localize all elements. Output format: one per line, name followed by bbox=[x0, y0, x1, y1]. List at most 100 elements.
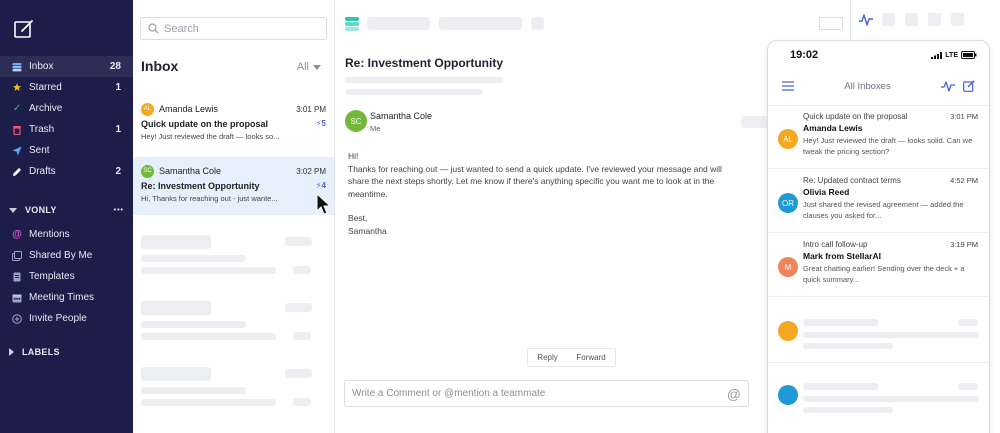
battery-icon bbox=[961, 51, 977, 59]
skeleton-line bbox=[958, 383, 978, 390]
sidebar-item-invite-people[interactable]: Invite People bbox=[0, 308, 133, 329]
compose-icon[interactable] bbox=[14, 19, 34, 39]
sidebar: Inbox 28 ★ Starred 1 ✓ Archive Trash 1 S… bbox=[0, 0, 133, 433]
avatar: SC bbox=[141, 164, 154, 178]
message-subject: Re: Updated contract terms bbox=[803, 176, 901, 185]
team-section-header[interactable]: VONLY ••• bbox=[9, 205, 124, 215]
avatar: M bbox=[778, 257, 798, 277]
skeleton-line bbox=[141, 399, 276, 406]
sidebar-item-label: Meeting Times bbox=[29, 292, 95, 303]
sidebar-item-inbox[interactable]: Inbox 28 bbox=[0, 56, 133, 77]
sidebar-item-trash[interactable]: Trash 1 bbox=[0, 119, 133, 140]
message-from: Amanda Lewis bbox=[803, 123, 863, 133]
at-icon: @ bbox=[12, 229, 22, 240]
sidebar-item-archive[interactable]: ✓ Archive bbox=[0, 98, 133, 119]
skeleton-line bbox=[285, 303, 312, 312]
compose-icon[interactable] bbox=[963, 80, 975, 92]
filter-dropdown[interactable]: All bbox=[297, 61, 321, 73]
signal-icon bbox=[931, 51, 943, 59]
filter-label: All bbox=[296, 61, 309, 73]
reply-forward-bar: Reply Forward bbox=[527, 348, 616, 367]
skeleton-line bbox=[141, 367, 211, 381]
list-item[interactable]: M Intro call follow-up 3:19 PM Mark from… bbox=[768, 235, 989, 297]
message-list-pane: Search Inbox All AL Amanda Lewis 3:01 PM… bbox=[133, 0, 335, 433]
phone-status-bar: 19:02 LTE bbox=[768, 41, 989, 69]
message-preview: Hey! Just reviewed the draft — looks sol… bbox=[803, 136, 973, 156]
skeleton-line bbox=[803, 343, 893, 349]
message-subject: Re: Investment Opportunity bbox=[141, 181, 260, 191]
skeleton-line bbox=[285, 237, 312, 246]
list-title: Inbox bbox=[141, 58, 179, 74]
sidebar-item-label: Archive bbox=[29, 103, 63, 114]
labels-section-header[interactable]: LABELS bbox=[9, 347, 124, 357]
mouse-cursor-icon bbox=[316, 193, 332, 215]
activity-icon[interactable] bbox=[941, 80, 955, 92]
list-item[interactable]: OR Re: Updated contract terms 4:52 PM Ol… bbox=[768, 171, 989, 233]
skeleton-line bbox=[141, 301, 211, 315]
message-from: Amanda Lewis bbox=[159, 104, 219, 114]
comment-input[interactable]: Write a Comment or @mention a teammate @ bbox=[344, 380, 749, 407]
skeleton-line bbox=[803, 332, 979, 338]
search-input[interactable]: Search bbox=[140, 17, 327, 40]
message-preview: Great chatting earlier! Sending over the… bbox=[803, 264, 965, 284]
toolbar-toggle[interactable] bbox=[819, 17, 843, 30]
toolbar-skeleton bbox=[439, 17, 522, 30]
skeleton-line bbox=[293, 332, 311, 340]
unread-count: 1 bbox=[115, 82, 121, 93]
more-icon[interactable]: ••• bbox=[114, 207, 124, 214]
list-item-selected[interactable]: SC Samantha Cole 3:02 PM Re: Investment … bbox=[133, 157, 334, 215]
sidebar-item-sent[interactable]: Sent bbox=[0, 140, 133, 161]
recipient: Me bbox=[370, 124, 381, 133]
menu-icon[interactable] bbox=[782, 81, 794, 91]
toolbar-skeleton bbox=[951, 13, 964, 26]
plus-circle-icon bbox=[12, 313, 22, 324]
reply-button[interactable]: Reply bbox=[537, 353, 557, 362]
sidebar-item-templates[interactable]: Templates bbox=[0, 266, 133, 287]
message-subject: Quick update on the proposal bbox=[141, 119, 269, 129]
sidebar-item-meeting-times[interactable]: Meeting Times bbox=[0, 287, 133, 308]
skeleton-line bbox=[141, 267, 276, 274]
search-icon bbox=[148, 23, 159, 34]
unread-count: 28 bbox=[109, 61, 121, 72]
message-time: 3:02 PM bbox=[296, 166, 326, 176]
toolbar-skeleton bbox=[367, 17, 430, 30]
message-from: Olivia Reed bbox=[803, 187, 850, 197]
sidebar-item-label: Mentions bbox=[29, 229, 70, 240]
phone-title: All Inboxes bbox=[844, 80, 891, 92]
skeleton-line bbox=[345, 89, 483, 95]
skeleton-line bbox=[803, 319, 879, 326]
message-preview: Just shared the revised agreement — adde… bbox=[803, 200, 964, 220]
team-nav: @ Mentions Shared By Me Templates Meetin… bbox=[0, 224, 133, 329]
team-section-label: VONLY bbox=[25, 205, 57, 215]
shared-icon bbox=[12, 250, 22, 261]
sidebar-item-shared-by-me[interactable]: Shared By Me bbox=[0, 245, 133, 266]
skeleton-line bbox=[141, 387, 246, 394]
list-item[interactable]: AL Quick update on the proposal 3:01 PM … bbox=[768, 107, 989, 169]
body-greeting: Hi! bbox=[348, 151, 359, 161]
sidebar-item-drafts[interactable]: Drafts 2 bbox=[0, 161, 133, 182]
avatar: OR bbox=[778, 193, 798, 213]
skeleton-line bbox=[285, 369, 312, 378]
sidebar-item-starred[interactable]: ★ Starred 1 bbox=[0, 77, 133, 98]
labels-section-label: LABELS bbox=[22, 347, 60, 357]
body-signoff: Best, bbox=[348, 213, 368, 223]
sidebar-item-mentions[interactable]: @ Mentions bbox=[0, 224, 133, 245]
phone-nav-bar: All Inboxes bbox=[768, 75, 989, 97]
sidebar-item-label: Inbox bbox=[29, 61, 54, 72]
calendar-icon bbox=[12, 293, 22, 303]
skeleton-line bbox=[293, 266, 311, 274]
list-item[interactable]: AL Amanda Lewis 3:01 PM Quick update on … bbox=[133, 95, 334, 153]
unread-count: 2 bbox=[115, 166, 121, 177]
body-signature: Samantha bbox=[348, 225, 387, 236]
send-icon bbox=[12, 146, 22, 156]
inbox-icon bbox=[12, 62, 22, 72]
activity-icon[interactable] bbox=[858, 12, 874, 28]
mention-icon[interactable]: @ bbox=[727, 386, 741, 402]
toolbar-skeleton bbox=[882, 13, 895, 26]
list-item-placeholder bbox=[768, 299, 989, 363]
message-subject: Intro call follow-up bbox=[803, 240, 868, 249]
forward-button[interactable]: Forward bbox=[576, 353, 605, 362]
phone-clock: 19:02 bbox=[790, 49, 819, 61]
skeleton-line bbox=[293, 398, 311, 406]
search-placeholder: Search bbox=[164, 22, 199, 35]
